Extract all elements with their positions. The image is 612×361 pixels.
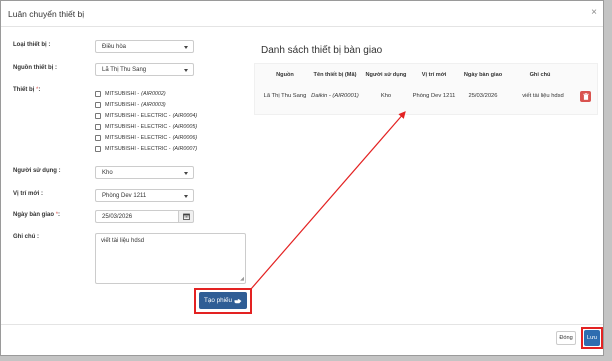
annotation-arrow — [250, 111, 406, 290]
